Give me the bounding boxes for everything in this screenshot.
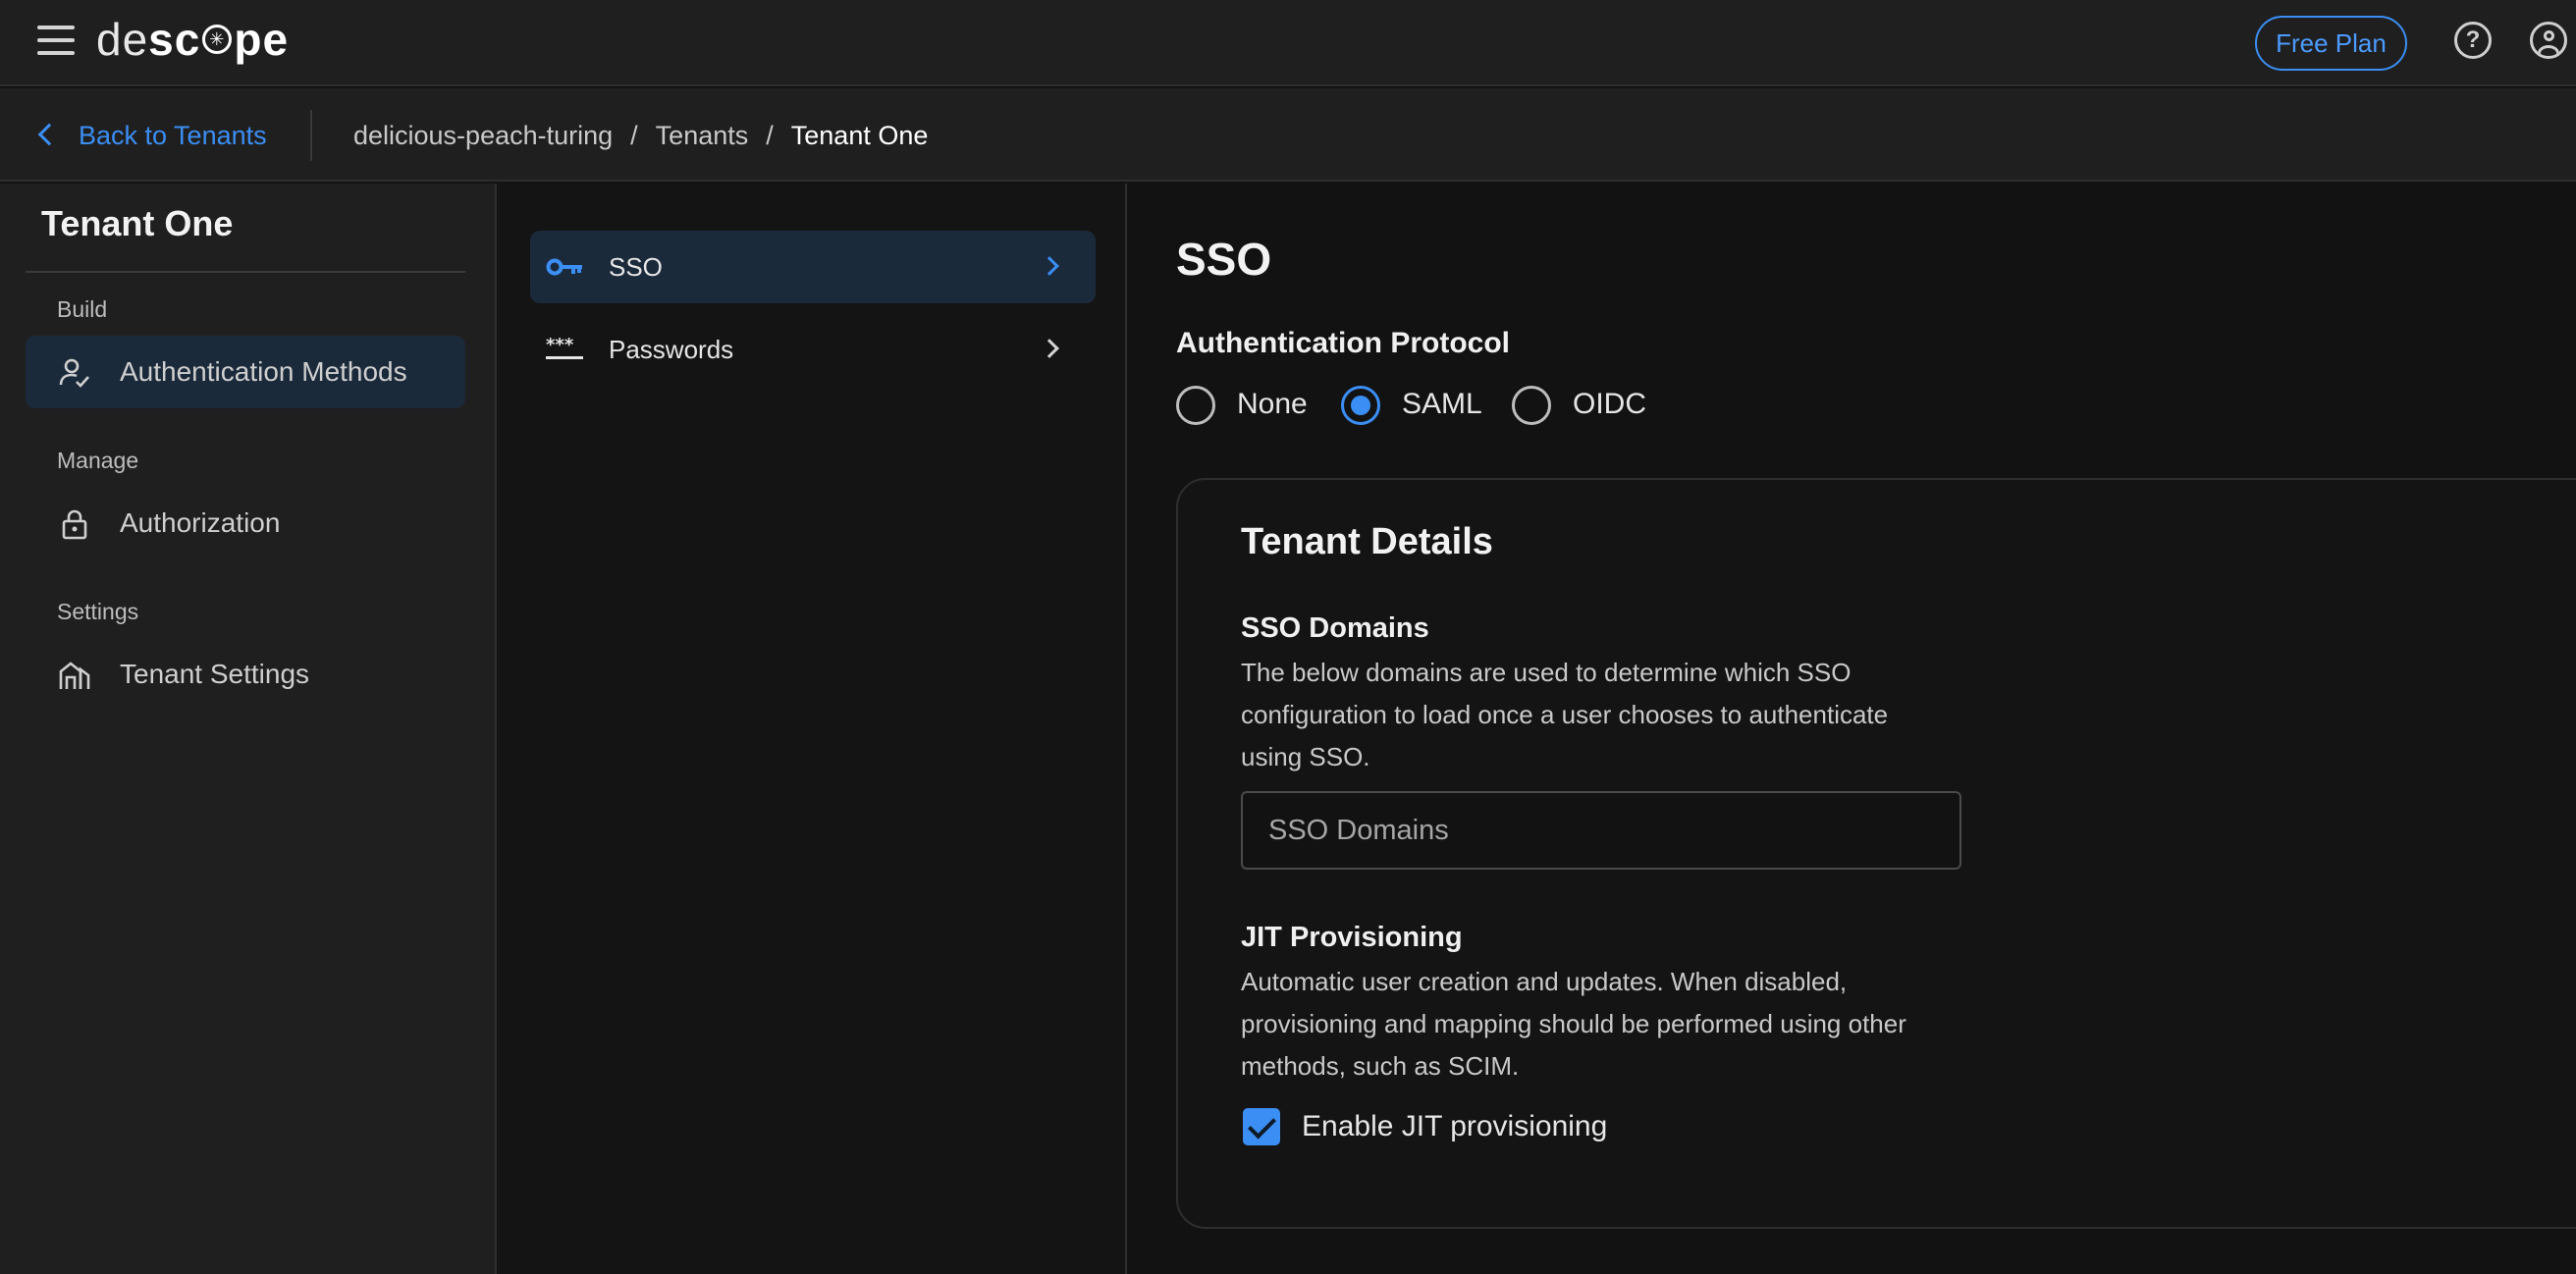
radio-circle[interactable] [1341,386,1380,425]
password-icon: *** [546,337,583,359]
section-label-build: Build [57,296,108,322]
description-line: methods, such as SCIM. [1241,1051,1520,1081]
logo-text-left: de [96,14,149,65]
logo-text-mid: sc [148,14,201,65]
user-check-icon [59,358,89,388]
breadcrumb-tenants[interactable]: Tenants [656,121,749,150]
key-icon [546,258,582,276]
menu-icon[interactable] [37,26,77,55]
description-line: Automatic user creation and updates. Whe… [1241,967,1848,996]
sso-domains-input[interactable] [1241,791,1961,870]
help-icon[interactable]: ? [2454,22,2492,59]
main-panel: SSO Authentication Protocol None SAML OI… [1129,184,2576,1274]
tenant-details-card: Tenant Details SSO Domains The below dom… [1176,478,2576,1229]
chevron-right-icon [1040,339,1059,358]
description-line: using SSO. [1241,742,1370,771]
free-plan-button[interactable]: Free Plan [2255,16,2407,71]
section-label-manage: Manage [57,448,139,473]
sidebar-item-authorization[interactable]: Authorization [26,487,465,559]
checkbox-label: Enable JIT provisioning [1302,1110,1608,1142]
breadcrumb-current: Tenant One [790,121,929,150]
subnav-item-passwords[interactable]: *** Passwords [530,313,1096,386]
breadcrumb-bar: Back to Tenants delicious-peach-turing / T… [0,88,2576,182]
building-icon [59,662,90,689]
subnav-item-label: SSO [609,252,663,282]
sso-domains-description: The below domains are used to determine … [1241,652,1987,778]
sidebar-item-authentication-methods[interactable]: Authentication Methods [26,336,465,408]
chevron-left-icon [37,123,61,146]
logo-text-right: pe [234,14,290,65]
card-title: Tenant Details [1241,521,1493,562]
back-to-tenants-link[interactable]: Back to Tenants [33,116,267,155]
top-bar: desc ✳ pe Free Plan ? [0,0,2576,86]
auth-methods-list: SSO *** Passwords [499,184,1127,1274]
subnav-item-label: Passwords [609,335,734,364]
enable-jit-checkbox[interactable] [1243,1108,1280,1145]
logo-mark-icon: ✳ [202,24,233,54]
radio-label: OIDC [1573,388,1646,420]
radio-circle[interactable] [1512,386,1551,425]
breadcrumb-project[interactable]: delicious-peach-turing [353,121,613,150]
subnav-item-sso[interactable]: SSO [530,231,1096,303]
breadcrumb-separator: / [766,121,774,150]
user-account-icon[interactable] [2530,22,2567,59]
divider [310,110,312,161]
sidebar-item-tenant-settings[interactable]: Tenant Settings [26,638,465,711]
breadcrumb-separator: / [630,121,638,150]
sidebar-title: Tenant One [41,203,234,243]
description-line: The below domains are used to determine … [1241,658,1852,687]
sidebar-item-label: Authentication Methods [120,356,407,387]
sso-domains-label: SSO Domains [1241,612,1429,644]
jit-provisioning-description: Automatic user creation and updates. Whe… [1241,961,1987,1088]
radio-label: None [1237,388,1308,420]
sidebar-item-label: Authorization [120,507,281,538]
description-line: configuration to load once a user choose… [1241,700,1889,729]
back-link-label: Back to Tenants [79,121,267,150]
lock-icon [62,509,87,540]
divider [26,271,465,273]
page-title: SSO [1176,234,1272,285]
protocol-label: Authentication Protocol [1176,327,1510,359]
sidebar-item-label: Tenant Settings [120,659,310,689]
radio-label: SAML [1402,388,1482,420]
sidebar: Tenant One Build Authentication Methods … [0,184,497,1274]
radio-circle[interactable] [1176,386,1215,425]
svg-text:***: *** [546,337,574,355]
breadcrumb: delicious-peach-turing / Tenants / Tenant On… [353,116,928,155]
section-label-settings: Settings [57,599,139,624]
description-line: provisioning and mapping should be perfo… [1241,1009,1906,1038]
jit-provisioning-label: JIT Provisioning [1241,922,1463,953]
descope-logo[interactable]: desc ✳ pe [96,10,289,69]
chevron-right-icon [1040,256,1059,276]
